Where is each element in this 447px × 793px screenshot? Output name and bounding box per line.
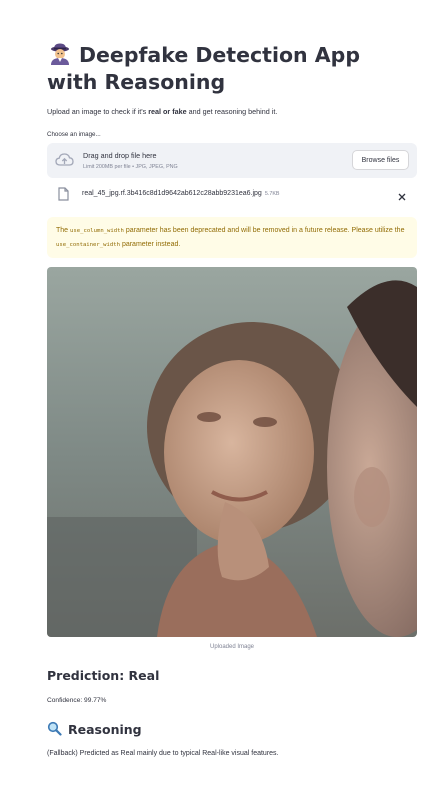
- reasoning-text: (Fallback) Predicted as Real mainly due …: [47, 750, 279, 757]
- page-title: Deepfake Detection App with Reasoning: [47, 42, 417, 96]
- dropzone-title: Drag and drop file here: [83, 151, 157, 160]
- file-size: 5.7KB: [264, 191, 280, 197]
- file-name: real_45_jpg.rf.3b416c8d1d9642ab612c28abb…: [82, 190, 262, 197]
- reasoning-heading-text: Reasoning: [68, 722, 142, 737]
- deprecation-warning: The use_column_width parameter has been …: [47, 217, 417, 258]
- prediction-heading: Prediction: Real: [47, 668, 160, 683]
- dropzone-limit: Limit 200MB per file • JPG, JPEG, PNG: [83, 164, 178, 170]
- uploader-label: Choose an image...: [47, 131, 101, 138]
- confidence-text: Confidence: 99.77%: [47, 697, 107, 704]
- image-caption: Uploaded Image: [209, 644, 255, 650]
- uploaded-file-row: real_45_jpg.rf.3b416c8d1d9642ab612c28abb…: [47, 185, 417, 205]
- file-icon: [58, 187, 69, 201]
- browse-files-button[interactable]: Browse files: [352, 150, 409, 170]
- intro-text: Upload an image to check if it's real or…: [47, 107, 278, 116]
- remove-file-close-icon[interactable]: [397, 189, 407, 201]
- reasoning-heading: Reasoning: [47, 721, 142, 737]
- cloud-upload-icon: [55, 152, 74, 167]
- title-text: Deepfake Detection App with Reasoning: [47, 43, 361, 94]
- uploaded-image: [47, 267, 417, 637]
- magnifier-icon: [47, 721, 62, 736]
- detective-icon: [47, 43, 73, 65]
- file-dropzone[interactable]: Drag and drop file here Limit 200MB per …: [47, 143, 417, 178]
